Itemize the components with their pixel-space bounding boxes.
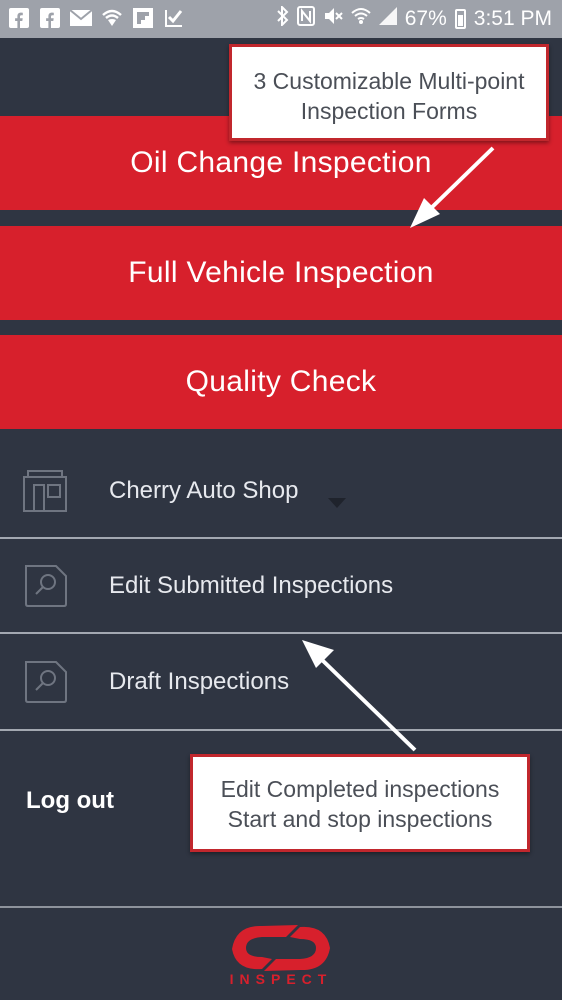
callout-edit-inspections: Edit Completed inspections Start and sto…	[190, 754, 530, 852]
callout-line: Start and stop inspections	[227, 806, 493, 832]
callout-inspection-forms: 3 Customizable Multi-point Inspection Fo…	[229, 44, 549, 141]
brand-name: INSPECT	[229, 971, 333, 987]
callout-line: Inspection Forms	[300, 98, 478, 124]
callout-line: Edit Completed inspections	[220, 776, 500, 802]
callout-line: 3 Customizable Multi-point	[253, 68, 525, 94]
